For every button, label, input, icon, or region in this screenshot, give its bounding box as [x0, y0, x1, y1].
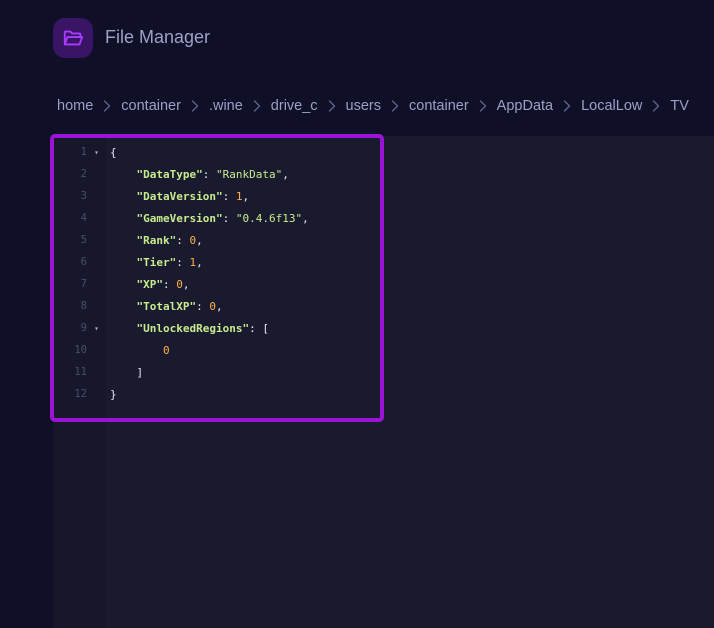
json-string: "RankData": [215, 167, 283, 181]
json-punctuation: :: [222, 189, 236, 203]
code-line: 3 "DataVersion": 1,: [53, 185, 714, 207]
json-punctuation: :: [176, 255, 190, 269]
line-text: "DataType": "RankData",: [110, 168, 289, 181]
code-line: 8 "TotalXP": 0,: [53, 295, 714, 317]
breadcrumb-item[interactable]: container: [409, 98, 469, 114]
json-punctuation: ,: [302, 211, 309, 225]
line-number: 2: [80, 168, 87, 180]
json-code-editor[interactable]: 1 ▾{2 "DataType": "RankData", 3 "DataVersi…: [53, 141, 714, 405]
chevron-right-icon: [181, 100, 209, 112]
json-punctuation: :: [163, 277, 177, 291]
json-number: 0: [162, 343, 170, 357]
fold-triangle-icon[interactable]: ▾: [87, 324, 99, 333]
json-punctuation: :: [196, 299, 210, 313]
line-number: 12: [74, 388, 87, 400]
json-key: "UnlockedRegions": [136, 321, 250, 335]
code-line: 12}: [53, 383, 714, 405]
breadcrumb-item[interactable]: container: [121, 98, 181, 114]
code-line: 9 ▾ "UnlockedRegions": [: [53, 317, 714, 339]
code-line: 7 "XP": 0,: [53, 273, 714, 295]
json-punctuation: : [: [249, 321, 269, 335]
code-line: 10 0: [53, 339, 714, 361]
json-punctuation: :: [202, 167, 216, 181]
line-text: 0: [110, 344, 170, 357]
line-text: "GameVersion": "0.4.6f13",: [110, 212, 309, 225]
json-punctuation: }: [110, 387, 117, 401]
json-number: 0: [209, 299, 216, 313]
breadcrumb-item[interactable]: drive_c: [271, 98, 318, 114]
line-text: "Rank": 0,: [110, 234, 203, 247]
json-punctuation: ,: [282, 167, 289, 181]
json-key: "DataVersion": [136, 189, 223, 203]
line-text: "Tier": 1,: [110, 256, 203, 269]
breadcrumb-item[interactable]: .wine: [209, 98, 243, 114]
chevron-right-icon: [642, 100, 670, 112]
line-number: 3: [80, 190, 87, 202]
app-icon: [53, 18, 93, 58]
line-text: {: [110, 146, 117, 159]
json-punctuation: ,: [196, 233, 203, 247]
json-punctuation: ]: [136, 365, 144, 379]
code-line: 5 "Rank": 0,: [53, 229, 714, 251]
line-number: 8: [80, 300, 87, 312]
chevron-right-icon: [243, 100, 271, 112]
json-key: "Tier": [136, 255, 177, 269]
json-key: "XP": [136, 277, 164, 291]
fold-triangle-icon[interactable]: ▾: [87, 148, 99, 157]
json-punctuation: :: [176, 233, 190, 247]
json-number: 0: [176, 277, 183, 291]
json-punctuation: ,: [196, 255, 203, 269]
line-text: }: [110, 388, 117, 401]
chevron-right-icon: [553, 100, 581, 112]
chevron-right-icon: [381, 100, 409, 112]
code-line: 1 ▾ {: [53, 141, 714, 163]
json-key: "GameVersion": [136, 211, 223, 225]
json-key: "Rank": [136, 233, 177, 247]
breadcrumb-item[interactable]: TV: [670, 98, 689, 114]
breadcrumb-item[interactable]: home: [57, 98, 93, 114]
code-line: 11 ]: [53, 361, 714, 383]
json-punctuation: ,: [215, 299, 223, 313]
line-number: 5: [80, 234, 87, 246]
breadcrumb-item[interactable]: users: [346, 98, 381, 114]
line-text: "XP": 0,: [110, 278, 190, 291]
chevron-right-icon: [318, 100, 346, 112]
line-text: "TotalXP": 0,: [110, 300, 223, 313]
line-number: 7: [80, 278, 87, 290]
json-key: "TotalXP": [136, 299, 197, 313]
app-title: File Manager: [105, 27, 211, 47]
line-number: 4: [80, 212, 87, 224]
json-key: "DataType": [136, 167, 203, 181]
line-number: 6: [80, 256, 87, 268]
json-punctuation: ,: [182, 277, 190, 291]
folder-open-icon: [63, 30, 84, 46]
breadcrumb-item[interactable]: LocalLow: [581, 98, 642, 114]
line-text: "DataVersion": 1,: [110, 189, 250, 203]
breadcrumb-item[interactable]: AppData: [497, 98, 553, 114]
line-text: "UnlockedRegions": [: [110, 322, 269, 335]
json-punctuation: :: [222, 211, 236, 225]
line-number: 11: [74, 366, 87, 378]
line-number: 1: [80, 146, 87, 158]
json-punctuation: ,: [242, 189, 250, 203]
breadcrumb: home container .wine drive_c users container A…: [57, 96, 714, 116]
chevron-right-icon: [469, 100, 497, 112]
line-number: 9: [80, 322, 87, 334]
code-line: 6 "Tier": 1,: [53, 251, 714, 273]
code-line: 2 "DataType": "RankData",: [53, 163, 714, 185]
chevron-right-icon: [93, 100, 121, 112]
json-punctuation: {: [110, 145, 117, 159]
json-string: "0.4.6f13": [235, 211, 303, 225]
line-text: ]: [110, 365, 144, 379]
line-number: 10: [74, 344, 87, 356]
code-line: 4 "GameVersion": "0.4.6f13",: [53, 207, 714, 229]
